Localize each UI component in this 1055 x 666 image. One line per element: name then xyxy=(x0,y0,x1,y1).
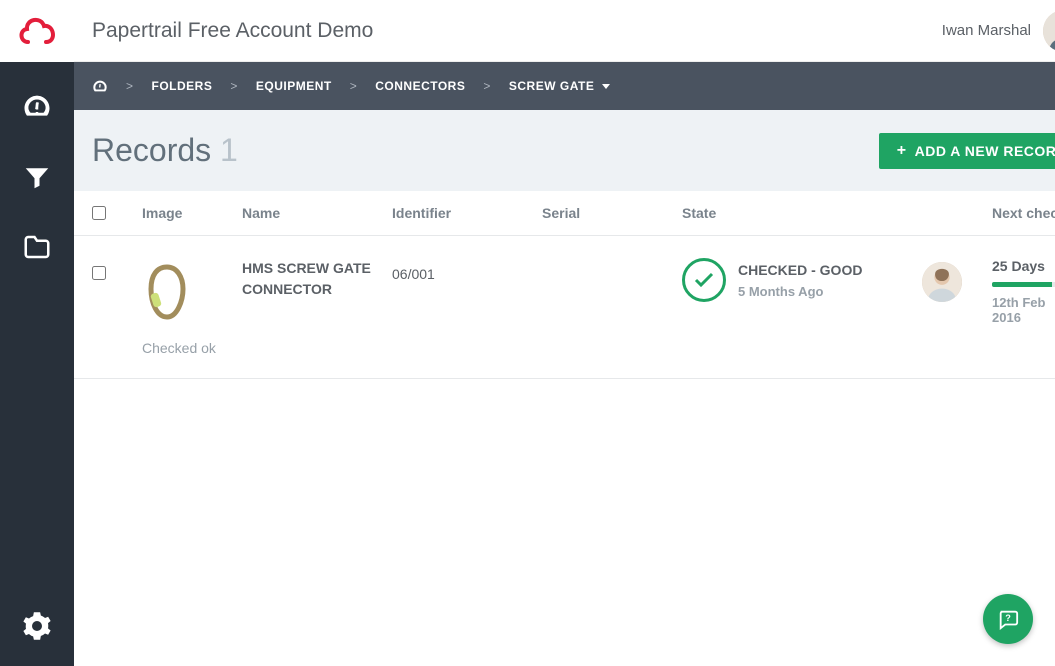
row-state: CHECKED - GOOD 5 Months Ago xyxy=(682,258,922,302)
records-table: Image Name Identifier Serial State Next … xyxy=(74,191,1055,379)
sidebar xyxy=(0,0,74,666)
breadcrumb-bar: > FOLDERS > EQUIPMENT > CONNECTORS > SCR… xyxy=(74,62,1055,110)
nav-icons xyxy=(22,92,52,611)
help-fab[interactable]: ? xyxy=(983,594,1033,644)
account-title: Papertrail Free Account Demo xyxy=(92,19,373,43)
table-header: Image Name Identifier Serial State Next … xyxy=(74,191,1055,236)
breadcrumbs: > FOLDERS > EQUIPMENT > CONNECTORS > SCR… xyxy=(92,79,610,93)
user-menu[interactable]: Iwan Marshal xyxy=(942,10,1055,52)
main: Papertrail Free Account Demo Iwan Marsha… xyxy=(74,0,1055,666)
user-name: Iwan Marshal xyxy=(942,22,1031,39)
nextcheck-progress xyxy=(992,282,1055,287)
state-age: 5 Months Ago xyxy=(738,284,862,299)
carabiner-icon xyxy=(145,263,189,323)
cloud-logo-icon xyxy=(17,14,57,48)
col-serial[interactable]: Serial xyxy=(542,205,682,221)
help-chat-icon: ? xyxy=(997,608,1019,630)
col-name[interactable]: Name xyxy=(242,205,392,221)
crumb-sep: > xyxy=(483,79,491,93)
state-label: CHECKED - GOOD xyxy=(738,261,862,279)
crumb-current-label: SCREW GATE xyxy=(509,79,594,93)
row-name: HMS SCREW GATE CONNECTOR xyxy=(242,258,392,300)
row-image-cell xyxy=(142,258,242,328)
nextcheck-progress-bar xyxy=(992,282,1052,287)
row-identifier: 06/001 xyxy=(392,258,542,282)
svg-text:?: ? xyxy=(1005,613,1011,623)
filter-icon[interactable] xyxy=(22,162,52,192)
plus-icon: + xyxy=(897,143,907,159)
col-state[interactable]: State xyxy=(682,205,922,221)
topbar: Papertrail Free Account Demo Iwan Marsha… xyxy=(74,0,1055,62)
add-record-label: ADD A NEW RECORD xyxy=(915,143,1055,159)
col-nextcheck[interactable]: Next check xyxy=(992,205,1055,221)
row-select-cell xyxy=(92,258,142,280)
select-all-cell xyxy=(92,206,142,220)
row-nextcheck: 25 Days 12th Feb 2016 xyxy=(992,258,1055,325)
crumb-folders[interactable]: FOLDERS xyxy=(152,79,213,93)
nextcheck-days: 25 Days xyxy=(992,258,1055,274)
user-avatar xyxy=(1043,10,1055,52)
row-note: Checked ok xyxy=(142,328,1055,368)
chevron-down-icon xyxy=(602,84,610,89)
crumb-sep: > xyxy=(126,79,134,93)
crumb-sep: > xyxy=(350,79,358,93)
logo-cell[interactable] xyxy=(0,0,74,62)
crumb-connectors[interactable]: CONNECTORS xyxy=(375,79,465,93)
item-thumbnail xyxy=(142,258,192,328)
settings-wrap xyxy=(22,611,52,646)
row-checkbox[interactable] xyxy=(92,266,106,280)
home-dashboard-icon[interactable] xyxy=(92,79,108,93)
check-circle-icon xyxy=(682,258,726,302)
page-title-text: Records xyxy=(92,132,211,168)
col-image[interactable]: Image xyxy=(142,205,242,221)
crumb-equipment[interactable]: EQUIPMENT xyxy=(256,79,332,93)
row-user-avatar[interactable] xyxy=(922,262,962,302)
folder-icon[interactable] xyxy=(22,232,52,262)
crumb-sep: > xyxy=(230,79,238,93)
page-title: Records 1 xyxy=(92,132,238,169)
table-row[interactable]: HMS SCREW GATE CONNECTOR 06/001 CHECKED … xyxy=(74,236,1055,379)
page-title-count: 1 xyxy=(220,132,238,168)
col-identifier[interactable]: Identifier xyxy=(392,205,542,221)
gear-icon[interactable] xyxy=(22,611,52,641)
page-header: Records 1 + ADD A NEW RECORD xyxy=(74,110,1055,191)
dashboard-icon[interactable] xyxy=(22,92,52,122)
row-user-cell xyxy=(922,258,992,302)
add-record-button[interactable]: + ADD A NEW RECORD xyxy=(879,133,1055,169)
crumb-current[interactable]: SCREW GATE xyxy=(509,79,610,93)
select-all-checkbox[interactable] xyxy=(92,206,106,220)
nextcheck-date: 12th Feb 2016 xyxy=(992,295,1055,325)
